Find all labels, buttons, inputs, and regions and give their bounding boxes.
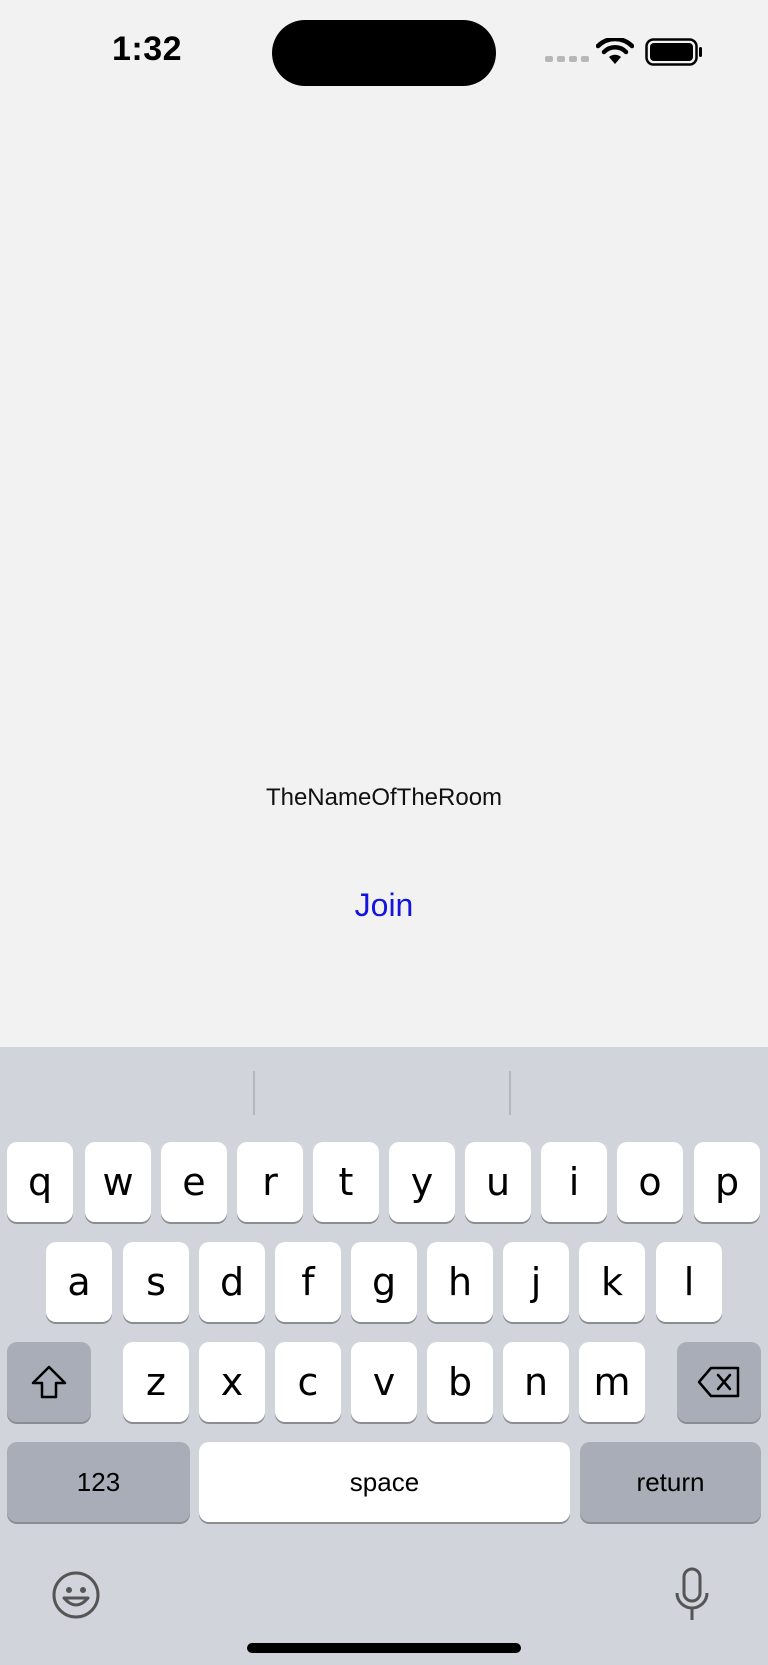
key-i[interactable]: i [541, 1142, 607, 1222]
key-l[interactable]: l [656, 1242, 722, 1322]
key-t[interactable]: t [313, 1142, 379, 1222]
key-s[interactable]: s [123, 1242, 189, 1322]
suggestion-divider [509, 1071, 511, 1115]
key-g[interactable]: g [351, 1242, 417, 1322]
key-m[interactable]: m [579, 1342, 645, 1422]
key-w[interactable]: w [85, 1142, 151, 1222]
delete-key[interactable] [677, 1342, 761, 1422]
key-x[interactable]: x [199, 1342, 265, 1422]
key-a[interactable]: a [46, 1242, 112, 1322]
shift-icon [31, 1365, 67, 1399]
key-f[interactable]: f [275, 1242, 341, 1322]
key-v[interactable]: v [351, 1342, 417, 1422]
key-y[interactable]: y [389, 1142, 455, 1222]
key-c[interactable]: c [275, 1342, 341, 1422]
key-b[interactable]: b [427, 1342, 493, 1422]
key-q[interactable]: q [7, 1142, 73, 1222]
keyboard: q w e r t y u i o p a s d f g h j k l z … [0, 1047, 768, 1665]
battery-icon [645, 38, 702, 66]
shift-key[interactable] [7, 1342, 91, 1422]
key-u[interactable]: u [465, 1142, 531, 1222]
key-j[interactable]: j [503, 1242, 569, 1322]
delete-icon [697, 1366, 740, 1398]
status-bar: 1:32 [0, 0, 768, 110]
emoji-icon[interactable] [51, 1570, 101, 1620]
space-key[interactable]: space [199, 1442, 570, 1522]
home-indicator [247, 1643, 521, 1653]
dynamic-island [272, 20, 496, 86]
key-e[interactable]: e [161, 1142, 227, 1222]
join-button[interactable]: Join [334, 880, 434, 930]
key-d[interactable]: d [199, 1242, 265, 1322]
return-key[interactable]: return [580, 1442, 761, 1522]
key-z[interactable]: z [123, 1342, 189, 1422]
suggestion-divider [253, 1071, 255, 1115]
key-r[interactable]: r [237, 1142, 303, 1222]
key-p[interactable]: p [694, 1142, 760, 1222]
status-time: 1:32 [112, 30, 183, 68]
microphone-icon[interactable] [672, 1566, 712, 1624]
numbers-key[interactable]: 123 [7, 1442, 190, 1522]
key-k[interactable]: k [579, 1242, 645, 1322]
wifi-icon [596, 38, 634, 64]
key-n[interactable]: n [503, 1342, 569, 1422]
cellular-signal-icon [545, 56, 589, 62]
key-h[interactable]: h [427, 1242, 493, 1322]
room-name-input[interactable] [184, 778, 584, 818]
key-o[interactable]: o [617, 1142, 683, 1222]
